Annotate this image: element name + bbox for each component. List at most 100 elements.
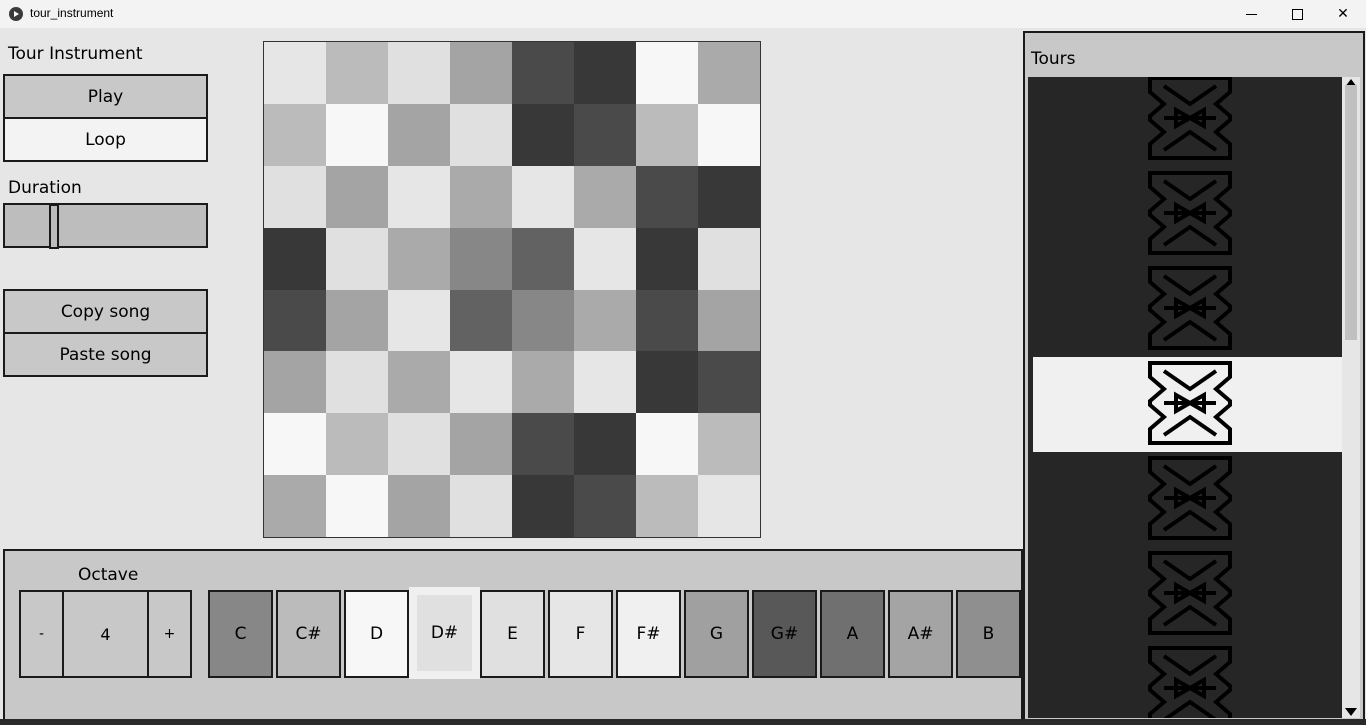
key-a-sharp[interactable]: A#	[888, 590, 953, 678]
tour-item[interactable]	[1028, 167, 1342, 262]
grid-cell[interactable]	[574, 42, 636, 104]
grid-cell[interactable]	[512, 289, 574, 352]
key-g-sharp[interactable]: G#	[752, 590, 817, 678]
grid-cell[interactable]	[450, 42, 512, 104]
grid-cell[interactable]	[450, 475, 512, 537]
grid-cell[interactable]	[326, 103, 388, 166]
grid-cell[interactable]	[512, 475, 574, 537]
grid-cell[interactable]	[698, 227, 760, 290]
grid-cell[interactable]	[512, 413, 574, 476]
tour-item[interactable]	[1028, 547, 1342, 642]
grid-cell[interactable]	[264, 289, 326, 352]
tours-scrollbar[interactable]	[1342, 77, 1360, 718]
key-b[interactable]: B	[956, 590, 1021, 678]
grid-cell[interactable]	[388, 475, 450, 537]
tour-item[interactable]	[1028, 77, 1342, 167]
minimize-button[interactable]	[1228, 0, 1274, 28]
grid-cell[interactable]	[450, 289, 512, 352]
grid-cell[interactable]	[388, 165, 450, 228]
grid-cell[interactable]	[636, 227, 698, 290]
grid-cell[interactable]	[388, 351, 450, 414]
loop-button[interactable]: Loop	[3, 117, 208, 162]
grid-cell[interactable]	[388, 289, 450, 352]
key-a[interactable]: A	[820, 590, 885, 678]
grid-cell[interactable]	[264, 475, 326, 537]
key-d-sharp[interactable]: D#	[409, 587, 480, 679]
grid-cell[interactable]	[264, 351, 326, 414]
grid-cell[interactable]	[512, 351, 574, 414]
grid-cell[interactable]	[698, 165, 760, 228]
grid-cell[interactable]	[326, 413, 388, 476]
scroll-down-icon[interactable]	[1345, 708, 1357, 716]
grid-cell[interactable]	[574, 165, 636, 228]
key-e[interactable]: E	[480, 590, 545, 678]
grid-cell[interactable]	[388, 413, 450, 476]
grid-cell[interactable]	[636, 165, 698, 228]
grid-cell[interactable]	[698, 413, 760, 476]
tour-item[interactable]	[1028, 452, 1342, 547]
grid-cell[interactable]	[636, 289, 698, 352]
grid-cell[interactable]	[574, 475, 636, 537]
maximize-button[interactable]	[1274, 0, 1320, 28]
grid-cell[interactable]	[264, 227, 326, 290]
tour-pattern-icon	[1148, 77, 1232, 160]
grid-cell[interactable]	[698, 475, 760, 537]
octave-decrease-button[interactable]: -	[19, 590, 64, 678]
grid-cell[interactable]	[574, 413, 636, 476]
grid-cell[interactable]	[326, 42, 388, 104]
duration-slider[interactable]	[3, 203, 208, 249]
octave-increase-button[interactable]: +	[147, 590, 192, 678]
grid-cell[interactable]	[574, 351, 636, 414]
paste-song-button[interactable]: Paste song	[3, 332, 208, 377]
grid-cell[interactable]	[574, 227, 636, 290]
scroll-thumb[interactable]	[1345, 85, 1357, 340]
grid-cell[interactable]	[264, 103, 326, 166]
grid-cell[interactable]	[388, 227, 450, 290]
grid-cell[interactable]	[326, 351, 388, 414]
grid-cell[interactable]	[636, 42, 698, 104]
grid-cell[interactable]	[512, 165, 574, 228]
key-f-sharp[interactable]: F#	[616, 590, 681, 678]
grid-cell[interactable]	[636, 475, 698, 537]
grid-cell[interactable]	[264, 413, 326, 476]
grid-cell[interactable]	[698, 103, 760, 166]
grid-cell[interactable]	[264, 42, 326, 104]
grid-cell[interactable]	[698, 42, 760, 104]
grid-cell[interactable]	[574, 289, 636, 352]
grid-cell[interactable]	[450, 103, 512, 166]
grid-cell[interactable]	[698, 351, 760, 414]
grid-cell[interactable]	[512, 42, 574, 104]
grid-cell[interactable]	[326, 227, 388, 290]
grid-cell[interactable]	[512, 227, 574, 290]
key-f[interactable]: F	[548, 590, 613, 678]
grid-cell[interactable]	[326, 165, 388, 228]
slider-handle[interactable]	[49, 204, 59, 249]
grid-cell[interactable]	[326, 475, 388, 537]
key-c[interactable]: C	[208, 590, 273, 678]
key-g[interactable]: G	[684, 590, 749, 678]
grid-cell[interactable]	[636, 351, 698, 414]
grid-cell[interactable]	[388, 42, 450, 104]
key-c-sharp[interactable]: C#	[276, 590, 341, 678]
grid-cell[interactable]	[450, 413, 512, 476]
grid-cell[interactable]	[574, 103, 636, 166]
tour-item[interactable]	[1028, 262, 1342, 357]
copy-song-button[interactable]: Copy song	[3, 289, 208, 334]
play-button[interactable]: Play	[3, 74, 208, 119]
grid-cell[interactable]	[698, 289, 760, 352]
close-button[interactable]: ✕	[1320, 0, 1366, 28]
note-grid[interactable]	[263, 41, 761, 538]
grid-cell[interactable]	[450, 227, 512, 290]
grid-cell[interactable]	[450, 165, 512, 228]
grid-cell[interactable]	[450, 351, 512, 414]
grid-cell[interactable]	[512, 103, 574, 166]
tour-item[interactable]	[1033, 357, 1342, 452]
grid-cell[interactable]	[388, 103, 450, 166]
grid-cell[interactable]	[636, 103, 698, 166]
grid-cell[interactable]	[326, 289, 388, 352]
key-d[interactable]: D	[344, 590, 409, 678]
grid-cell[interactable]	[264, 165, 326, 228]
grid-cell[interactable]	[636, 413, 698, 476]
tours-list[interactable]	[1028, 77, 1342, 718]
tour-item[interactable]	[1028, 642, 1342, 718]
